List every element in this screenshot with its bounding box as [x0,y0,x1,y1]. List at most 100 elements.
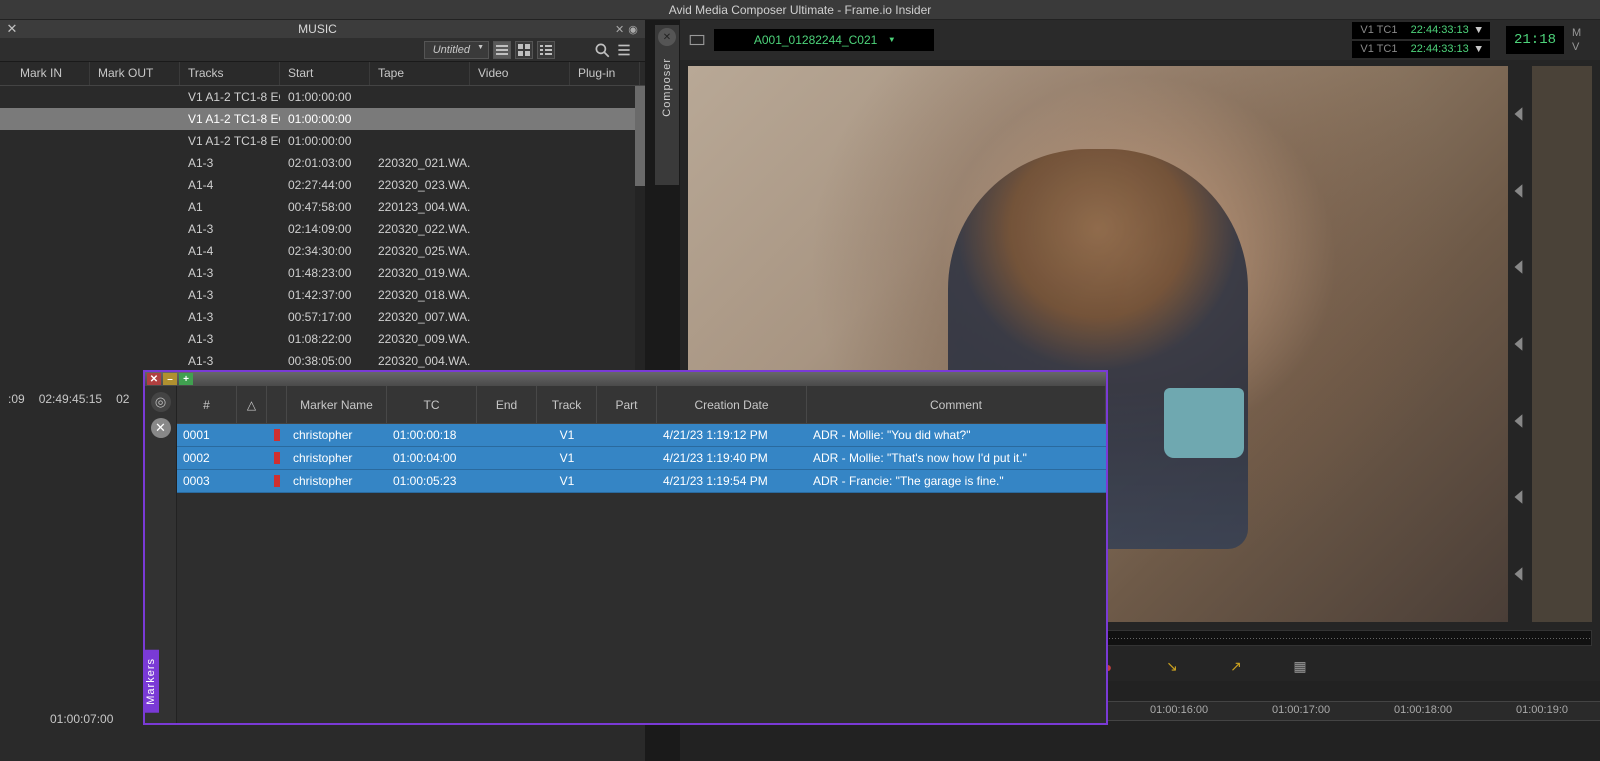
record-monitor-edge[interactable] [1532,66,1592,622]
bin-row[interactable]: V1 A1-2 TC1-8 EC101:00:00:00 [0,130,645,152]
timecode-display-stack: V1 TC1 22:44:33:13 ▼ V1 TC1 22:44:33:13 … [1350,21,1492,59]
mc-tc: 01:00:05:23 [387,474,477,488]
mh-tc[interactable]: TC [387,386,477,423]
col-markout[interactable]: Mark OUT [90,62,180,85]
app-title: Avid Media Composer Ultimate - Frame.io … [669,3,932,17]
cell-start: 00:38:05:00 [280,354,370,368]
overwrite-button[interactable]: ↗ [1224,657,1248,677]
nav-arrow-icon[interactable] [1510,105,1528,123]
cell-tracks: A1-3 [180,222,280,236]
mh-num[interactable]: # [177,386,237,423]
bin-row[interactable]: A1-301:08:22:00220320_009.WA... [0,328,645,350]
mh-cdate[interactable]: Creation Date [657,386,807,423]
label-m: M [1572,26,1592,40]
search-icon[interactable] [593,41,611,59]
col-tracks[interactable]: Tracks [180,62,280,85]
mc-comment: ADR - Mollie: "You did what?" [807,428,1106,442]
bin-row[interactable]: A1-302:01:03:00220320_021.WA... [0,152,645,174]
bin-column-headers[interactable]: Mark IN Mark OUT Tracks Start Tape Video… [0,62,645,86]
bin-row[interactable]: A1-300:38:05:00220320_004.WA... [0,350,645,372]
bin-close-button[interactable]: ✕ [4,21,20,37]
grid-button[interactable]: ▦ [1288,657,1312,677]
mh-track[interactable]: Track [537,386,597,423]
bin-scrollbar-thumb[interactable] [635,86,645,186]
markers-target-icon[interactable]: ◎ [151,392,171,412]
composer-tab-close-icon[interactable]: ✕ [658,28,676,46]
marker-row[interactable]: 0003christopher01:00:05:23V14/21/23 1:19… [177,470,1106,493]
markers-column-headers[interactable]: # △ Marker Name TC End Track Part Creati… [177,386,1106,424]
nav-arrow-icon[interactable] [1510,258,1528,276]
cell-tape: 220320_021.WA... [370,156,470,170]
cell-tracks: A1-3 [180,266,280,280]
marker-row[interactable]: 0002christopher01:00:04:00V14/21/23 1:19… [177,447,1106,470]
mc-cdate: 4/21/23 1:19:40 PM [657,451,807,465]
bin-row[interactable]: A1-402:34:30:00220320_025.WA... [0,240,645,262]
bin-row[interactable]: A1-402:27:44:00220320_023.WA... [0,174,645,196]
markers-delete-icon[interactable]: ✕ [151,418,171,438]
cell-start: 02:01:03:00 [280,156,370,170]
cell-tape: 220123_004.WA... [370,200,470,214]
nav-arrow-icon[interactable] [1510,335,1528,353]
lower-tc-a: :09 [8,392,25,406]
bin-header-gear-icon[interactable]: ◉ [628,23,638,36]
bin-row[interactable]: A1-301:42:37:00220320_018.WA... [0,284,645,306]
cell-tape: 220320_019.WA... [370,266,470,280]
mh-end[interactable]: End [477,386,537,423]
cell-start: 00:47:58:00 [280,200,370,214]
composer-side-tab: ✕ Composer [655,25,679,185]
markers-titlebar[interactable]: ✕ – + [145,372,1106,386]
cell-start: 02:14:09:00 [280,222,370,236]
clip-name-dropdown[interactable]: A001_01282244_C021 [714,29,934,51]
bin-row[interactable]: A1-301:48:23:00220320_019.WA... [0,262,645,284]
lower-tc-c: 02 [116,392,129,406]
nav-arrow-icon[interactable] [1510,182,1528,200]
splice-button[interactable]: ↘ [1160,657,1184,677]
window-close-button[interactable]: ✕ [147,373,161,385]
bin-row[interactable]: V1 A1-2 TC1-8 EC101:00:00:00 [0,86,645,108]
markers-tab-label[interactable]: Markers [145,650,159,713]
mh-color[interactable] [267,386,287,423]
nav-arrow-icon[interactable] [1510,565,1528,583]
markers-body[interactable]: 0001christopher01:00:00:18V14/21/23 1:19… [177,424,1106,493]
composer-tab-label[interactable]: Composer [661,52,673,123]
bin-row[interactable]: A1-302:14:09:00220320_022.WA... [0,218,645,240]
tc-duration[interactable]: 21:18 [1506,26,1564,54]
bin-view-dropdown[interactable]: Untitled [424,41,489,59]
list-view-button[interactable] [493,41,511,59]
toggle-source-icon[interactable] [688,31,706,49]
tc2-box[interactable]: V1 TC1 22:44:33:13 ▼ [1352,41,1490,58]
cell-tape: 220320_004.WA... [370,354,470,368]
bin-row[interactable]: A1-300:57:17:00220320_007.WA... [0,306,645,328]
menu-icon[interactable] [615,41,633,59]
mh-sort-icon[interactable]: △ [237,386,267,423]
mc-tc: 01:00:00:18 [387,428,477,442]
tc1-box[interactable]: V1 TC1 22:44:33:13 ▼ [1352,22,1490,39]
window-minimize-button[interactable]: – [163,373,177,385]
markers-panel[interactable]: ✕ – + ◎ ✕ Markers # △ Marker Name TC End… [143,370,1108,725]
bin-scrollbar[interactable] [635,86,645,376]
cell-tracks: A1-4 [180,244,280,258]
bin-row[interactable]: V1 A1-2 TC1-8 EC101:00:00:00 [0,108,645,130]
nav-arrow-icon[interactable] [1510,412,1528,430]
marker-row[interactable]: 0001christopher01:00:00:18V14/21/23 1:19… [177,424,1106,447]
frame-view-button[interactable] [515,41,533,59]
mc-track: V1 [537,451,597,465]
cell-tracks: V1 A1-2 TC1-8 EC1 [180,90,280,104]
bin-header-close-icon[interactable]: ✕ [615,23,624,36]
cell-tape: 220320_007.WA... [370,310,470,324]
col-markin[interactable]: Mark IN [0,62,90,85]
mh-comment[interactable]: Comment [807,386,1106,423]
mh-name[interactable]: Marker Name [287,386,387,423]
mh-part[interactable]: Part [597,386,657,423]
cell-start: 01:00:00:00 [280,112,370,126]
window-maximize-button[interactable]: + [179,373,193,385]
viewer-header: A001_01282244_C021 V1 TC1 22:44:33:13 ▼ … [680,20,1600,60]
nav-arrow-icon[interactable] [1510,488,1528,506]
col-plugin[interactable]: Plug-in [570,62,640,85]
col-start[interactable]: Start [280,62,370,85]
script-view-button[interactable] [537,41,555,59]
col-video[interactable]: Video [470,62,570,85]
bin-row[interactable]: A100:47:58:00220123_004.WA... [0,196,645,218]
mc-num: 0003 [177,474,237,488]
col-tape[interactable]: Tape [370,62,470,85]
